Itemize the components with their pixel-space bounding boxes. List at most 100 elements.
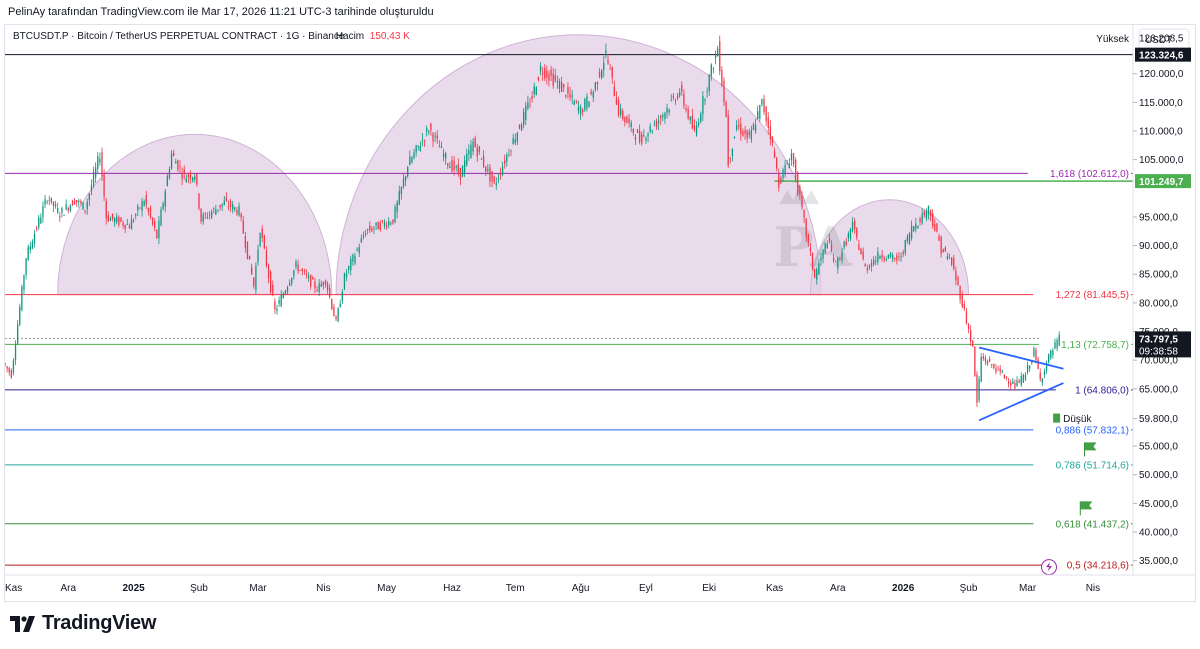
candle <box>154 221 156 229</box>
candle <box>430 123 432 131</box>
candle <box>792 153 795 165</box>
candle <box>470 144 472 158</box>
y-tick-label: 85.000,0 <box>1139 270 1178 281</box>
candle <box>67 207 69 211</box>
candle <box>613 86 615 97</box>
candle <box>830 244 833 252</box>
candle <box>244 236 247 248</box>
x-tick-label: Ara <box>60 583 76 594</box>
candle <box>1014 382 1016 389</box>
candle <box>923 211 925 216</box>
candle <box>554 75 556 81</box>
candle <box>394 206 396 223</box>
candle <box>727 115 729 166</box>
candle <box>118 217 120 225</box>
candle <box>976 374 978 403</box>
candle <box>156 229 158 239</box>
candle <box>419 145 422 152</box>
candle <box>527 102 529 109</box>
candle <box>360 238 362 243</box>
candle <box>1007 381 1010 384</box>
candle <box>135 214 137 216</box>
candle <box>953 258 955 269</box>
candle <box>611 66 613 78</box>
candle <box>891 255 894 260</box>
candle <box>105 200 107 219</box>
candle <box>421 139 424 141</box>
candle <box>689 116 691 120</box>
candle <box>875 260 877 262</box>
candle <box>371 228 373 232</box>
candle <box>257 249 259 263</box>
candle <box>282 293 284 298</box>
candle <box>1033 347 1035 357</box>
candle <box>575 100 578 102</box>
level-label-10: 0,618 (41.437,2) <box>1056 519 1129 530</box>
candle <box>548 73 550 81</box>
price-chart[interactable]: PA 1,618 (102.612,0) 1,272 (81.445,5) 1,13 … <box>5 25 1195 601</box>
candle <box>21 286 23 311</box>
candle <box>109 218 112 221</box>
y-tick-label: 80.000,0 <box>1139 298 1178 309</box>
chart-panel[interactable]: PA 1,618 (102.612,0) 1,272 (81.445,5) 1,13 … <box>4 24 1196 602</box>
candle <box>57 208 59 213</box>
candle <box>478 146 481 152</box>
candle <box>69 205 72 211</box>
candle <box>409 156 411 166</box>
candle <box>894 258 896 259</box>
candle <box>700 113 702 122</box>
candle <box>510 150 512 152</box>
candle <box>826 244 828 248</box>
footer-logo[interactable]: TradingView <box>10 612 156 635</box>
candle <box>955 270 957 281</box>
candle <box>124 224 126 229</box>
candle <box>615 97 618 105</box>
low-label: Düşük <box>1063 414 1092 425</box>
candle <box>426 128 428 132</box>
y-tick-label: 59.800,0 <box>1139 414 1178 425</box>
candle <box>16 324 19 345</box>
x-tick-label: Tem <box>506 583 525 594</box>
candle <box>993 364 995 369</box>
candle <box>366 229 369 230</box>
candle <box>569 93 571 98</box>
candle <box>978 379 980 401</box>
candle <box>932 213 934 227</box>
x-tick-label: Kas <box>766 583 783 594</box>
candle <box>348 266 350 270</box>
candle <box>385 225 388 228</box>
candle <box>200 208 202 222</box>
candle <box>820 256 822 261</box>
candle <box>322 282 325 286</box>
candle <box>411 157 413 163</box>
candle <box>415 145 417 153</box>
level-label-6: 1,13 (72.758,7) <box>1061 340 1129 351</box>
candle <box>539 65 542 72</box>
tradingview-logo-icon <box>10 615 35 632</box>
candle <box>432 133 434 142</box>
candle <box>130 219 133 230</box>
candle <box>449 166 451 169</box>
candle <box>986 361 989 365</box>
candle <box>634 136 637 140</box>
candle <box>759 105 761 119</box>
candle <box>514 139 516 144</box>
candle <box>784 165 786 175</box>
candle <box>657 120 660 124</box>
candle <box>274 301 276 310</box>
candle <box>997 366 999 368</box>
candle <box>215 209 217 215</box>
candle <box>501 166 504 175</box>
watermark-text: PA <box>773 215 853 279</box>
candle <box>506 154 508 162</box>
candle <box>681 84 683 92</box>
candle <box>185 178 187 183</box>
candle <box>655 120 658 127</box>
candle <box>653 124 656 126</box>
candle <box>173 152 175 156</box>
candle <box>151 217 154 224</box>
candle <box>145 195 147 205</box>
candle <box>959 286 961 300</box>
candle <box>818 264 820 275</box>
candle <box>164 191 166 207</box>
